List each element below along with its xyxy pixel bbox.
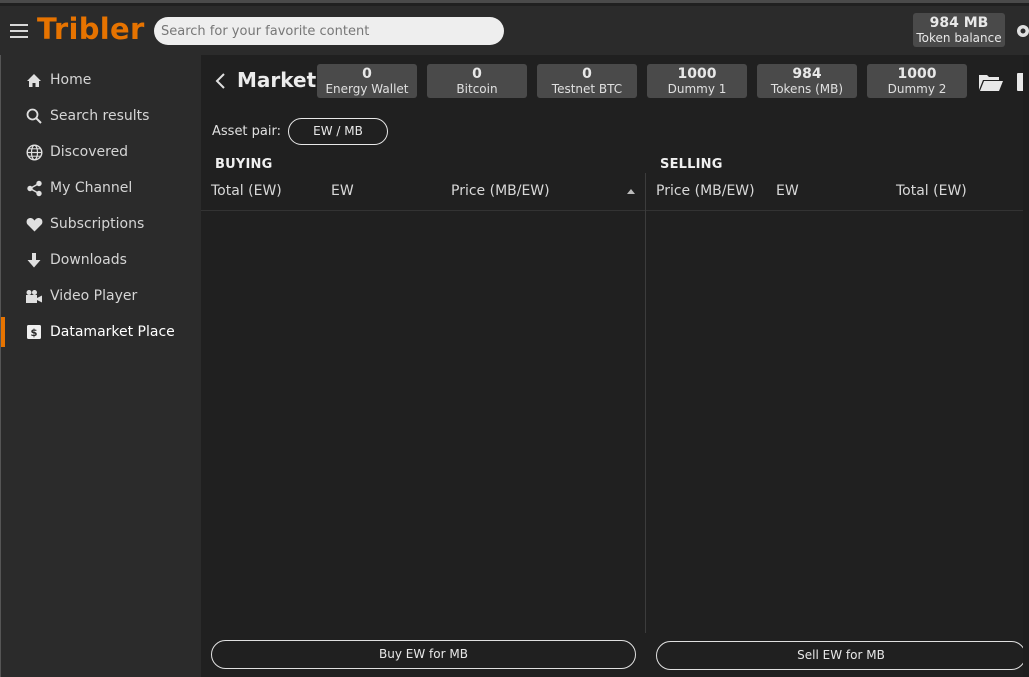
asset-pair-selector[interactable]: EW / MB [288,118,388,145]
heart-icon [24,215,44,233]
wallet-amount: 0 [362,66,372,82]
sidebar-item-label: My Channel [50,180,133,196]
wallet-badge-energy-wallet[interactable]: 0 Energy Wallet [317,64,417,98]
wallet-label: Testnet BTC [551,82,623,96]
wallet-amount: 0 [582,66,592,82]
token-balance-badge[interactable]: 984 MB Token balance [913,13,1005,47]
buy-sell-divider [645,173,646,633]
page-title: Market [237,68,317,92]
gear-icon[interactable] [1014,22,1029,40]
app-logo: Tribler [37,12,145,46]
hamburger-menu-icon[interactable] [10,24,28,38]
sidebar-item-label: Datamarket Place [50,324,175,340]
wallet-amount: 0 [472,66,482,82]
sidebar-item-label: Home [50,72,92,88]
wallet-badge-dummy-1[interactable]: 1000 Dummy 1 [647,64,747,98]
table-header-divider [201,210,1029,211]
sell-button[interactable]: Sell EW for MB [656,641,1026,670]
top-bar: Tribler 984 MB Token balance [0,6,1029,55]
wallet-badge-tokens-mb[interactable]: 984 Tokens (MB) [757,64,857,98]
market-icon: $ [24,323,44,341]
buying-heading: BUYING [215,157,273,172]
wallet-label: Energy Wallet [325,82,409,96]
home-icon [24,71,44,89]
wallet-badge-dummy-2[interactable]: 1000 Dummy 2 [867,64,967,98]
share-icon [24,179,44,197]
wallet-amount: 984 [792,66,822,82]
wallet-label: Dummy 2 [887,82,947,96]
buying-col-total[interactable]: Total (EW) [211,183,282,199]
buying-col-ew[interactable]: EW [331,183,354,199]
token-balance-amount: 984 MB [929,15,989,31]
sidebar-item-discovered[interactable]: Discovered [1,137,201,167]
download-arrow-icon [24,251,44,269]
market-page: Market 0 Energy Wallet 0 Bitcoin 0 Testn… [201,55,1029,677]
buy-button[interactable]: Buy EW for MB [211,640,636,669]
sidebar-item-video-player[interactable]: Video Player [1,281,201,311]
sidebar: Home Search results Discovered My Channe… [0,55,201,677]
selling-col-price[interactable]: Price (MB/EW) [656,183,754,199]
selling-col-total[interactable]: Total (EW) [896,183,967,199]
sidebar-item-label: Downloads [50,252,127,268]
open-folder-icon[interactable] [978,72,1004,92]
sidebar-item-subscriptions[interactable]: Subscriptions [1,209,201,239]
sidebar-item-home[interactable]: Home [1,65,201,95]
svg-text:$: $ [31,328,38,339]
sidebar-item-label: Subscriptions [50,216,145,232]
video-camera-icon [24,287,44,305]
selling-heading: SELLING [660,157,723,172]
asset-pair-label: Asset pair: [212,124,281,139]
sidebar-item-search-results[interactable]: Search results [1,101,201,131]
search-icon [24,107,44,125]
sidebar-item-my-channel[interactable]: My Channel [1,173,201,203]
wallet-label: Dummy 1 [667,82,727,96]
right-edge-strip [1023,55,1029,677]
sort-ascending-icon [627,189,635,194]
sidebar-item-label: Search results [50,108,150,124]
token-balance-label: Token balance [916,31,1002,45]
sidebar-item-datamarket-place[interactable]: $ Datamarket Place [1,317,201,347]
search-input[interactable] [154,17,504,45]
wallet-amount: 1000 [677,66,717,82]
sidebar-item-downloads[interactable]: Downloads [1,245,201,275]
wallet-badge-testnet-btc[interactable]: 0 Testnet BTC [537,64,637,98]
buying-col-price[interactable]: Price (MB/EW) [451,183,550,199]
back-arrow-icon[interactable] [214,72,228,90]
app-window: Tribler 984 MB Token balance Home Search… [0,0,1029,677]
globe-icon [24,143,44,161]
wallet-amount: 1000 [897,66,937,82]
wallet-label: Tokens (MB) [770,82,844,96]
sidebar-item-label: Discovered [50,144,129,160]
wallet-badge-bitcoin[interactable]: 0 Bitcoin [427,64,527,98]
selling-col-ew[interactable]: EW [776,183,799,199]
sidebar-item-label: Video Player [50,288,138,304]
wallet-label: Bitcoin [456,82,498,96]
